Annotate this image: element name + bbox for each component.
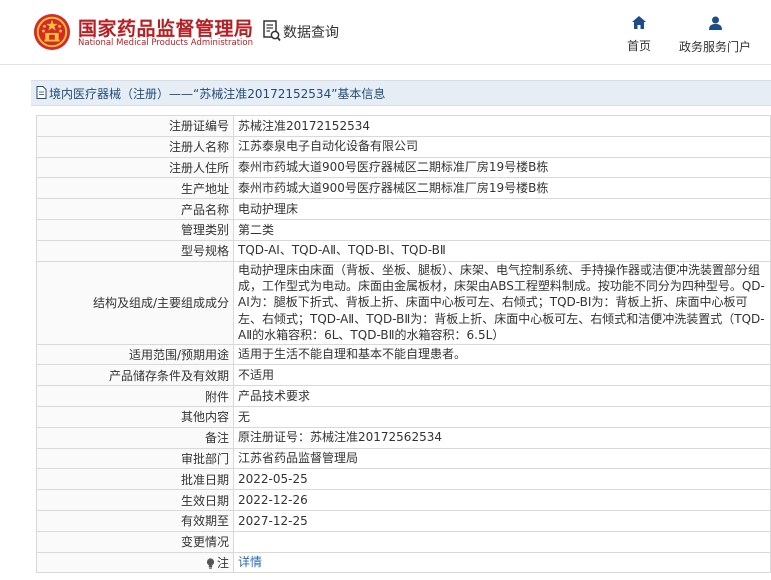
- field-value: 泰州市药城大道900号医疗器械区二期标准厂房19号楼B栋: [233, 177, 771, 200]
- document-icon: [36, 86, 47, 99]
- table-row: 备注 原注册证号：苏械注准20172562534: [36, 426, 771, 449]
- table-row: 产品名称 电动护理床: [36, 198, 771, 220]
- field-value: 江苏泰泉电子自动化设备有限公司: [233, 135, 771, 158]
- national-emblem-icon: [33, 13, 71, 51]
- record-title: 境内医疗器械（注册）——“苏械注准20172152534”基本信息: [49, 87, 386, 101]
- table-row: 注册人住所 泰州市药城大道900号医疗器械区二期标准厂房19号楼B栋: [36, 156, 771, 179]
- field-label: 生效日期: [36, 489, 234, 511]
- field-value: 适用于生活不能自理和基本不能自理患者。: [233, 343, 771, 366]
- field-value: [233, 530, 771, 553]
- field-value: 电动护理床: [233, 198, 771, 220]
- details-link[interactable]: 详情: [238, 555, 262, 569]
- field-value: 产品技术要求: [233, 385, 771, 407]
- field-value: 泰州市药城大道900号医疗器械区二期标准厂房19号楼B栋: [233, 156, 771, 179]
- field-value: 第二类: [233, 218, 771, 241]
- data-query-icon: [263, 20, 281, 42]
- field-label: 批准日期: [36, 468, 234, 491]
- field-value: 江苏省药品监督管理局: [233, 447, 771, 470]
- field-value: 苏械注准20172152534: [233, 115, 771, 137]
- table-row: 管理类别 第二类: [36, 218, 771, 241]
- field-label: 审批部门: [36, 447, 234, 470]
- table-row: 注 详情: [36, 551, 771, 574]
- field-value: 原注册证号：苏械注准20172562534: [233, 426, 771, 449]
- field-label: 附件: [36, 385, 234, 407]
- field-label: 生产地址: [36, 177, 234, 200]
- field-value: 2022-12-26: [233, 489, 771, 511]
- table-row: 附件 产品技术要求: [36, 385, 771, 407]
- registration-info-table: 注册证编号 苏械注准20172152534 注册人名称 江苏泰泉电子自动化设备有…: [36, 115, 771, 574]
- field-label: 注册证编号: [36, 115, 234, 137]
- field-value: 2022-05-25: [233, 468, 771, 491]
- field-value-cell: 详情: [233, 551, 771, 574]
- table-row: 型号规格 TQD-AⅠ、TQD-AⅡ、TQD-BⅠ、TQD-BⅡ: [36, 239, 771, 262]
- home-icon: [632, 16, 646, 29]
- field-label: 产品储存条件及有效期: [36, 364, 234, 387]
- field-label: 注: [216, 555, 229, 570]
- site-header: 国家药品监督管理局 National Medical Products Admi…: [0, 0, 771, 65]
- record-title-bar: 境内医疗器械（注册）——“苏械注准20172152534”基本信息: [31, 80, 771, 106]
- lightbulb-icon: [206, 558, 215, 569]
- field-label: 适用范围/预期用途: [36, 343, 234, 366]
- field-label: 型号规格: [36, 239, 234, 262]
- field-label: 管理类别: [36, 218, 234, 241]
- field-label: 有效期至: [36, 509, 234, 532]
- user-icon: [708, 16, 722, 30]
- nav-home-label: 首页: [626, 39, 651, 53]
- table-row: 产品储存条件及有效期 不适用: [36, 364, 771, 387]
- table-row: 有效期至 2027-12-25: [36, 509, 771, 532]
- field-value: 2027-12-25: [233, 509, 771, 532]
- table-row: 审批部门 江苏省药品监督管理局: [36, 447, 771, 470]
- table-row: 注册证编号 苏械注准20172152534: [36, 115, 771, 137]
- field-value: TQD-AⅠ、TQD-AⅡ、TQD-BⅠ、TQD-BⅡ: [233, 239, 771, 262]
- table-row: 注册人名称 江苏泰泉电子自动化设备有限公司: [36, 135, 771, 158]
- field-label: 注册人名称: [36, 135, 234, 158]
- table-row: 生效日期 2022-12-26: [36, 489, 771, 511]
- field-label: 注册人住所: [36, 156, 234, 179]
- table-row: 变更情况: [36, 530, 771, 553]
- nav-home[interactable]: 首页: [624, 16, 654, 54]
- table-row: 适用范围/预期用途 适用于生活不能自理和基本不能自理患者。: [36, 343, 771, 366]
- table-row: 批准日期 2022-05-25: [36, 468, 771, 491]
- field-label: 变更情况: [36, 530, 234, 553]
- field-value: 电动护理床由床面（背板、坐板、腿板）、床架、电气控制系统、手持操作器或洁便冲洗装…: [233, 260, 771, 345]
- site-logo-title[interactable]: 国家药品监督管理局: [78, 14, 254, 41]
- nav-service-label: 政务服务门户: [678, 40, 751, 54]
- table-row: 结构及组成/主要组成成分 电动护理床由床面（背板、坐板、腿板）、床架、电气控制系…: [36, 260, 771, 345]
- field-value: 不适用: [233, 364, 771, 387]
- note-label-cell: 注: [36, 551, 234, 574]
- data-query-label[interactable]: 数据查询: [283, 22, 339, 42]
- site-logo-subtitle: National Medical Products Administration: [78, 38, 253, 48]
- field-label: 产品名称: [36, 198, 234, 220]
- table-row: 生产地址 泰州市药城大道900号医疗器械区二期标准厂房19号楼B栋: [36, 177, 771, 200]
- nav-service-portal[interactable]: 政务服务门户: [676, 16, 754, 55]
- field-label: 备注: [36, 426, 234, 449]
- field-label: 其他内容: [36, 406, 234, 428]
- field-value: 无: [233, 406, 771, 428]
- field-label: 结构及组成/主要组成成分: [36, 260, 234, 345]
- table-row: 其他内容 无: [36, 406, 771, 428]
